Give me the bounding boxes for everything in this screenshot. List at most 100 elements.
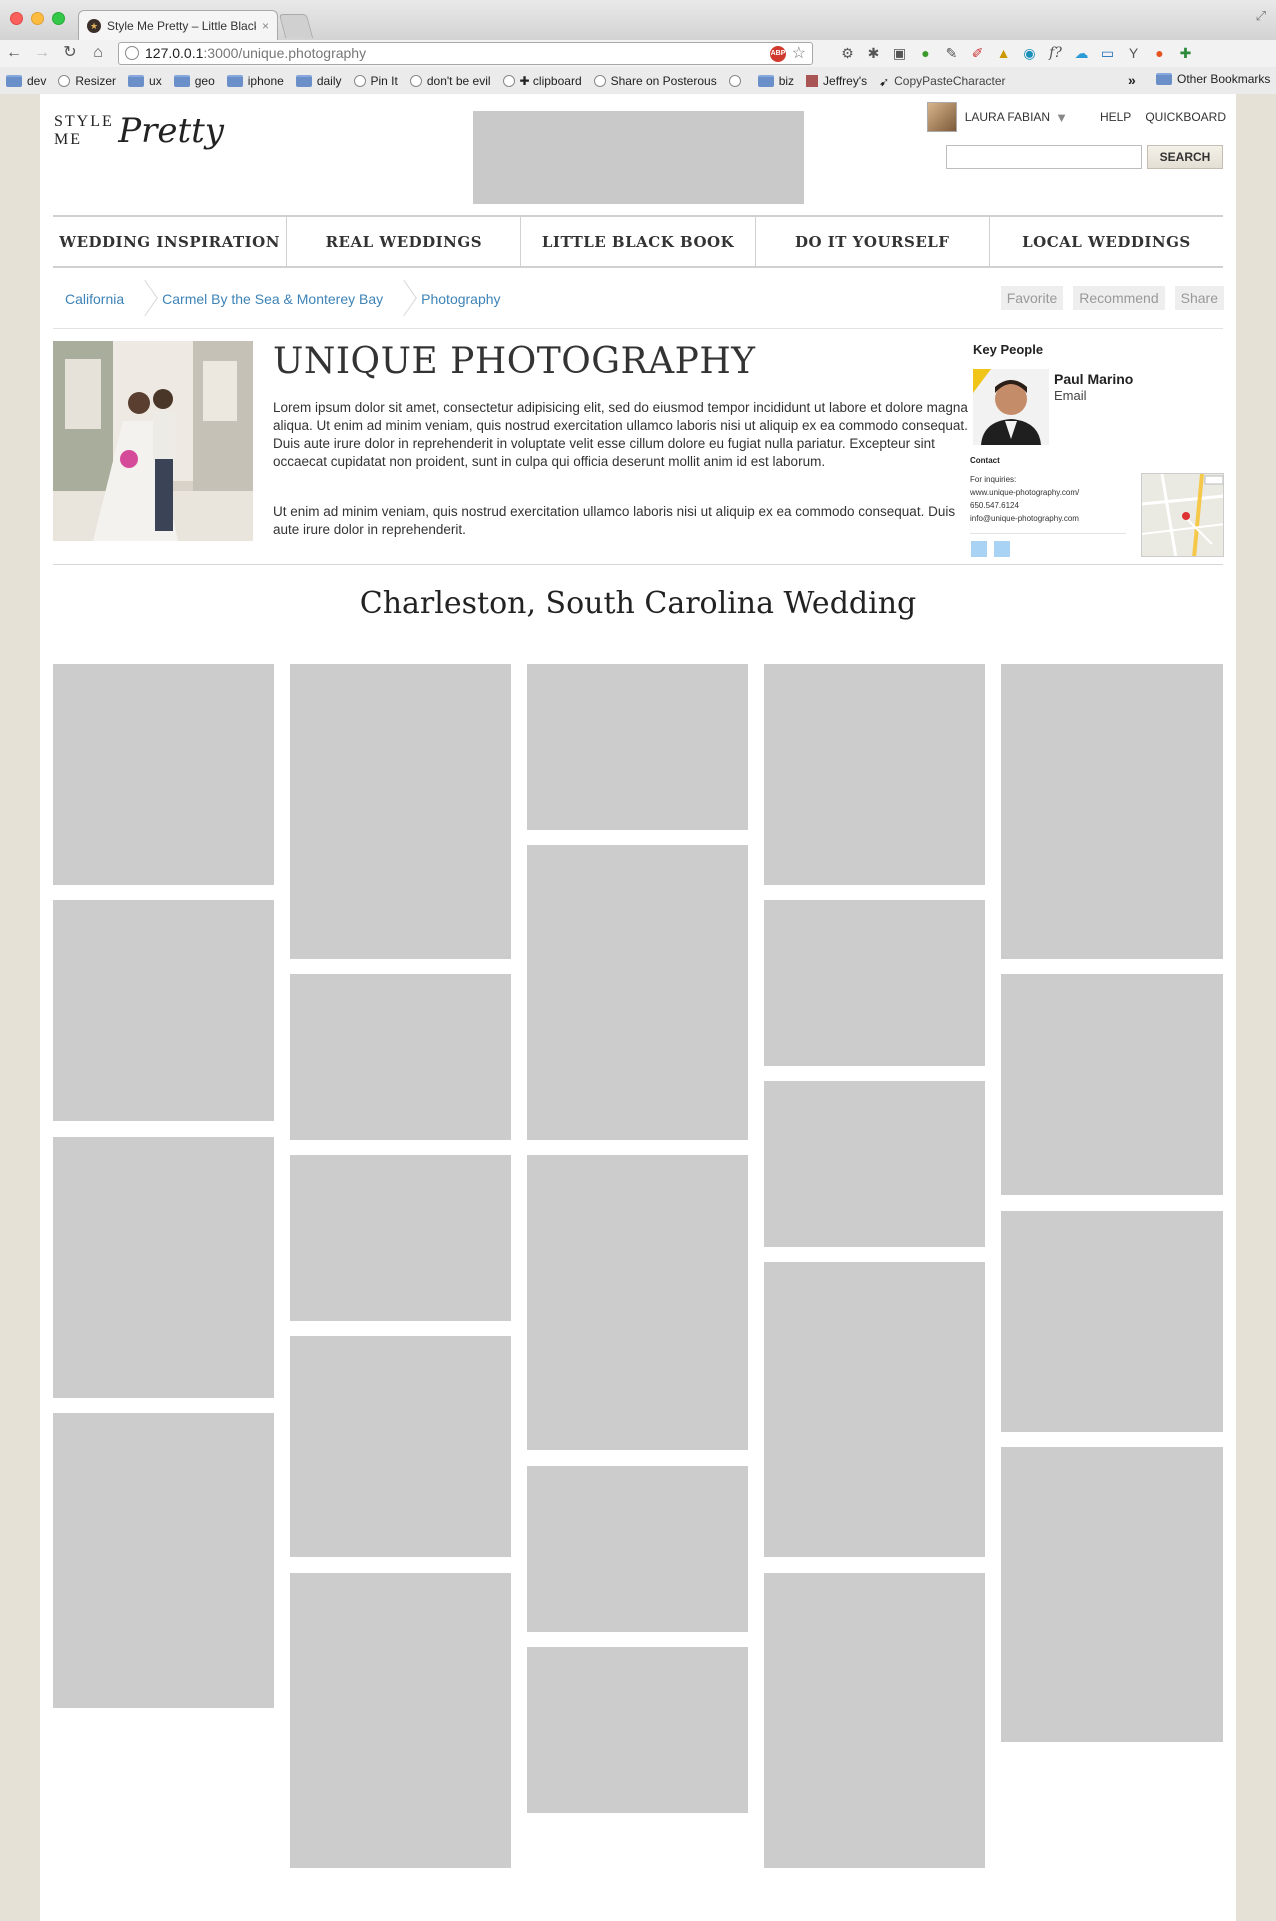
nav-real-weddings[interactable]: REAL WEDDINGS [287,217,522,266]
eyedropper-extension-icon[interactable]: ✐ [968,44,987,63]
help-link[interactable]: HELP [1100,110,1131,124]
gallery-image[interactable] [290,1336,511,1557]
key-person-photo[interactable] [973,369,1049,445]
bookmark-share-on-posterous[interactable]: Share on Posterous [588,74,723,88]
nav-little-black-book[interactable]: LITTLE BLACK BOOK [521,217,756,266]
gallery-image[interactable] [1001,974,1223,1195]
cloud-extension-icon[interactable]: ☁ [1072,44,1091,63]
bookmark-dont-be-evil[interactable]: don't be evil [404,74,497,88]
bug-extension-icon[interactable]: ✱ [864,44,883,63]
evernote-extension-icon[interactable]: ● [916,44,935,63]
fquery-extension-icon[interactable]: f? [1046,44,1065,63]
gallery-image[interactable] [527,845,748,1140]
pen-extension-icon[interactable]: ✎ [942,44,961,63]
search-button[interactable]: SEARCH [1147,145,1223,169]
avatar[interactable] [926,102,957,132]
window-minimize-button[interactable] [31,12,44,25]
gallery-image[interactable] [764,1262,985,1557]
gear-extension-icon[interactable]: ⚙ [838,44,857,63]
facebook-icon[interactable] [971,541,987,557]
bookmark-pin-it[interactable]: Pin It [348,74,404,88]
gallery-image[interactable] [527,664,748,830]
gallery-image[interactable] [527,1647,748,1813]
contact-email-link[interactable]: info@unique-photography.com [970,514,1079,523]
location-map[interactable] [1141,473,1224,557]
page-icon [58,74,71,87]
bookmark-untitled[interactable] [723,74,752,87]
gallery-image[interactable] [1001,1211,1223,1432]
forward-arrow-icon[interactable]: → [32,43,52,63]
gallery-image[interactable] [290,974,511,1140]
site-logo[interactable]: STYLE ME Pretty [54,106,224,156]
home-icon[interactable]: ⌂ [88,43,108,63]
bookmark-folder-iphone[interactable]: iphone [221,74,290,88]
browser-tab-active[interactable]: ★ Style Me Pretty – Little Black × [78,10,278,40]
nav-wedding-inspiration[interactable]: WEDDING INSPIRATION [53,217,288,266]
breadcrumb-california[interactable]: California [53,291,136,307]
bookmark-folder-biz[interactable]: biz [752,74,800,88]
tab-close-icon[interactable]: × [262,19,269,33]
gallery-image[interactable] [527,1466,748,1632]
twitter-icon[interactable] [994,541,1010,557]
key-person-email-link[interactable]: Email [1054,388,1087,403]
gallery-image[interactable] [290,1155,511,1321]
reload-icon[interactable]: ↻ [60,43,80,63]
gallery-image[interactable] [764,1573,985,1868]
gallery-image[interactable] [53,1137,274,1398]
chevron-down-icon[interactable]: ▼ [1055,110,1068,125]
contact-website-link[interactable]: www.unique-photography.com/ [970,488,1079,497]
bookmark-jeffreys[interactable]: Jeffrey's [800,74,873,88]
stumbleupon-extension-icon[interactable]: ● [1150,44,1169,63]
quickboard-link[interactable]: QUICKBOARD [1145,110,1226,124]
bookmark-folder-ux[interactable]: ux [122,74,168,88]
window-maximize-button[interactable] [52,12,65,25]
bookmark-copypastecharacter[interactable]: ➹ CopyPasteCharacter [873,74,1011,89]
user-name[interactable]: LAURA FABIAN [965,110,1050,124]
vendor-photo[interactable] [53,341,253,541]
logo-prefix: STYLE ME [54,113,114,148]
gallery-image[interactable] [53,664,274,885]
gallery-image[interactable] [53,1413,274,1708]
gallery-image[interactable] [527,1155,748,1450]
bookmark-star-icon[interactable]: ☆ [792,43,806,64]
gallery-image[interactable] [290,1573,511,1868]
gallery-image[interactable] [764,664,985,885]
breadcrumb-carmel[interactable]: Carmel By the Sea & Monterey Bay [150,291,395,307]
url-host: 127.0.0.1 [145,45,204,61]
gallery-image[interactable] [53,900,274,1121]
more-bookmarks-chevron-icon[interactable]: » [1128,72,1136,88]
page-info-icon[interactable] [125,46,139,60]
screenshot-extension-icon[interactable]: ▣ [890,44,909,63]
gallery-image[interactable] [764,900,985,1066]
bookmark-folder-other[interactable]: Other Bookmarks [1150,72,1276,86]
address-bar[interactable]: 127.0.0.1:3000/unique.photography ABP ☆ [118,42,813,65]
adblock-icon[interactable]: ABP [770,46,786,62]
nav-local-weddings[interactable]: LOCAL WEDDINGS [990,217,1223,266]
search-input[interactable] [946,145,1142,169]
bookmark-folder-dev[interactable]: dev [0,74,52,88]
window-extension-icon[interactable]: ▭ [1098,44,1117,63]
bookmark-folder-daily[interactable]: daily [290,74,348,88]
gallery-image[interactable] [764,1081,985,1247]
eye-extension-icon[interactable]: ◉ [1020,44,1039,63]
share-button[interactable]: Share [1174,286,1224,310]
truck-extension-icon[interactable]: ▲ [994,44,1013,63]
key-person-name[interactable]: Paul Marino [1054,371,1133,387]
bookmark-clipboard[interactable]: ✚ clipboard [497,74,588,88]
breadcrumb-photography[interactable]: Photography [409,291,512,307]
puzzle-extension-icon[interactable]: ✚ [1176,44,1195,63]
bookmark-folder-geo[interactable]: geo [168,74,221,88]
favorite-button[interactable]: Favorite [1000,286,1064,310]
gallery-image[interactable] [1001,1447,1223,1742]
gallery-image[interactable] [1001,664,1223,959]
window-close-button[interactable] [10,12,23,25]
new-tab-button[interactable] [278,14,314,38]
nav-do-it-yourself[interactable]: DO IT YOURSELF [756,217,990,266]
fork-extension-icon[interactable]: Y [1124,44,1143,63]
bookmark-resizer[interactable]: Resizer [52,74,122,88]
gallery-image[interactable] [290,664,511,959]
back-arrow-icon[interactable]: ← [4,43,24,63]
folder-icon [173,74,190,87]
recommend-button[interactable]: Recommend [1073,286,1165,310]
fullscreen-icon[interactable]: ⤢ [1256,8,1266,24]
